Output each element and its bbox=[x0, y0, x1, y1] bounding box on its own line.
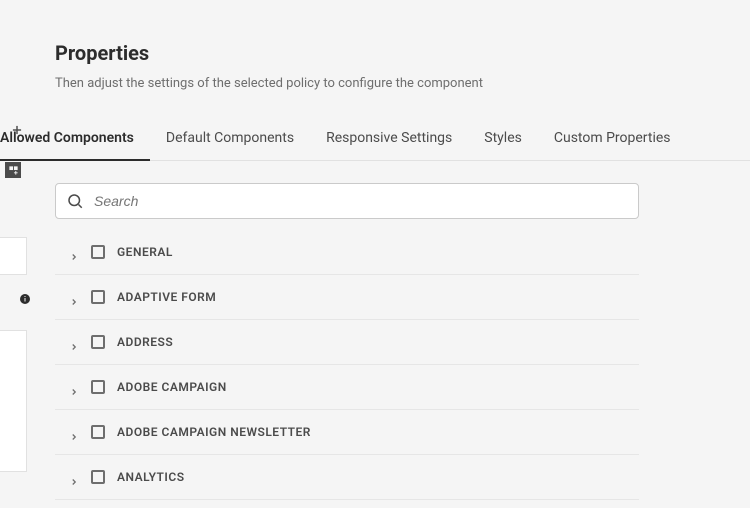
tab-responsive-settings[interactable]: Responsive Settings bbox=[310, 118, 468, 160]
checkbox[interactable] bbox=[91, 380, 105, 394]
info-icon[interactable] bbox=[19, 290, 31, 302]
checkbox[interactable] bbox=[91, 245, 105, 259]
tabs: Allowed Components Default Components Re… bbox=[0, 118, 750, 161]
tab-default-components[interactable]: Default Components bbox=[150, 118, 310, 160]
group-label: GENERAL bbox=[117, 245, 173, 259]
search-icon bbox=[66, 192, 84, 210]
list-item[interactable]: GENERAL bbox=[55, 230, 639, 275]
tab-custom-properties[interactable]: Custom Properties bbox=[538, 118, 687, 160]
tab-styles[interactable]: Styles bbox=[468, 118, 538, 160]
search-bar bbox=[55, 183, 639, 219]
chevron-right-icon[interactable] bbox=[69, 427, 79, 437]
list-item[interactable]: ADDRESS bbox=[55, 320, 639, 365]
add-component-icon[interactable] bbox=[5, 162, 21, 178]
group-label: ADDRESS bbox=[117, 335, 173, 349]
chevron-right-icon[interactable] bbox=[69, 292, 79, 302]
list-item[interactable]: ANALYTICS bbox=[55, 455, 639, 500]
group-label: ANALYTICS bbox=[117, 470, 185, 484]
list-item[interactable]: ADAPTIVE FORM bbox=[55, 275, 639, 320]
group-label: ADAPTIVE FORM bbox=[117, 290, 216, 304]
left-panel-fragment bbox=[0, 330, 27, 472]
page-subtitle: Then adjust the settings of the selected… bbox=[55, 76, 483, 91]
checkbox[interactable] bbox=[91, 470, 105, 484]
chevron-right-icon[interactable] bbox=[69, 247, 79, 257]
page-title: Properties bbox=[55, 41, 149, 65]
group-label: ADOBE CAMPAIGN bbox=[117, 380, 227, 394]
checkbox[interactable] bbox=[91, 425, 105, 439]
add-icon[interactable] bbox=[10, 122, 24, 141]
checkbox[interactable] bbox=[91, 335, 105, 349]
component-groups: GENERAL ADAPTIVE FORM ADDRESS ADOBE CAMP… bbox=[55, 230, 639, 500]
chevron-right-icon[interactable] bbox=[69, 337, 79, 347]
search-input[interactable] bbox=[92, 192, 628, 210]
checkbox[interactable] bbox=[91, 290, 105, 304]
list-item[interactable]: ADOBE CAMPAIGN bbox=[55, 365, 639, 410]
list-item[interactable]: ADOBE CAMPAIGN NEWSLETTER bbox=[55, 410, 639, 455]
group-label: ADOBE CAMPAIGN NEWSLETTER bbox=[117, 425, 311, 439]
chevron-right-icon[interactable] bbox=[69, 382, 79, 392]
chevron-right-icon[interactable] bbox=[69, 472, 79, 482]
left-panel-fragment bbox=[0, 237, 27, 275]
